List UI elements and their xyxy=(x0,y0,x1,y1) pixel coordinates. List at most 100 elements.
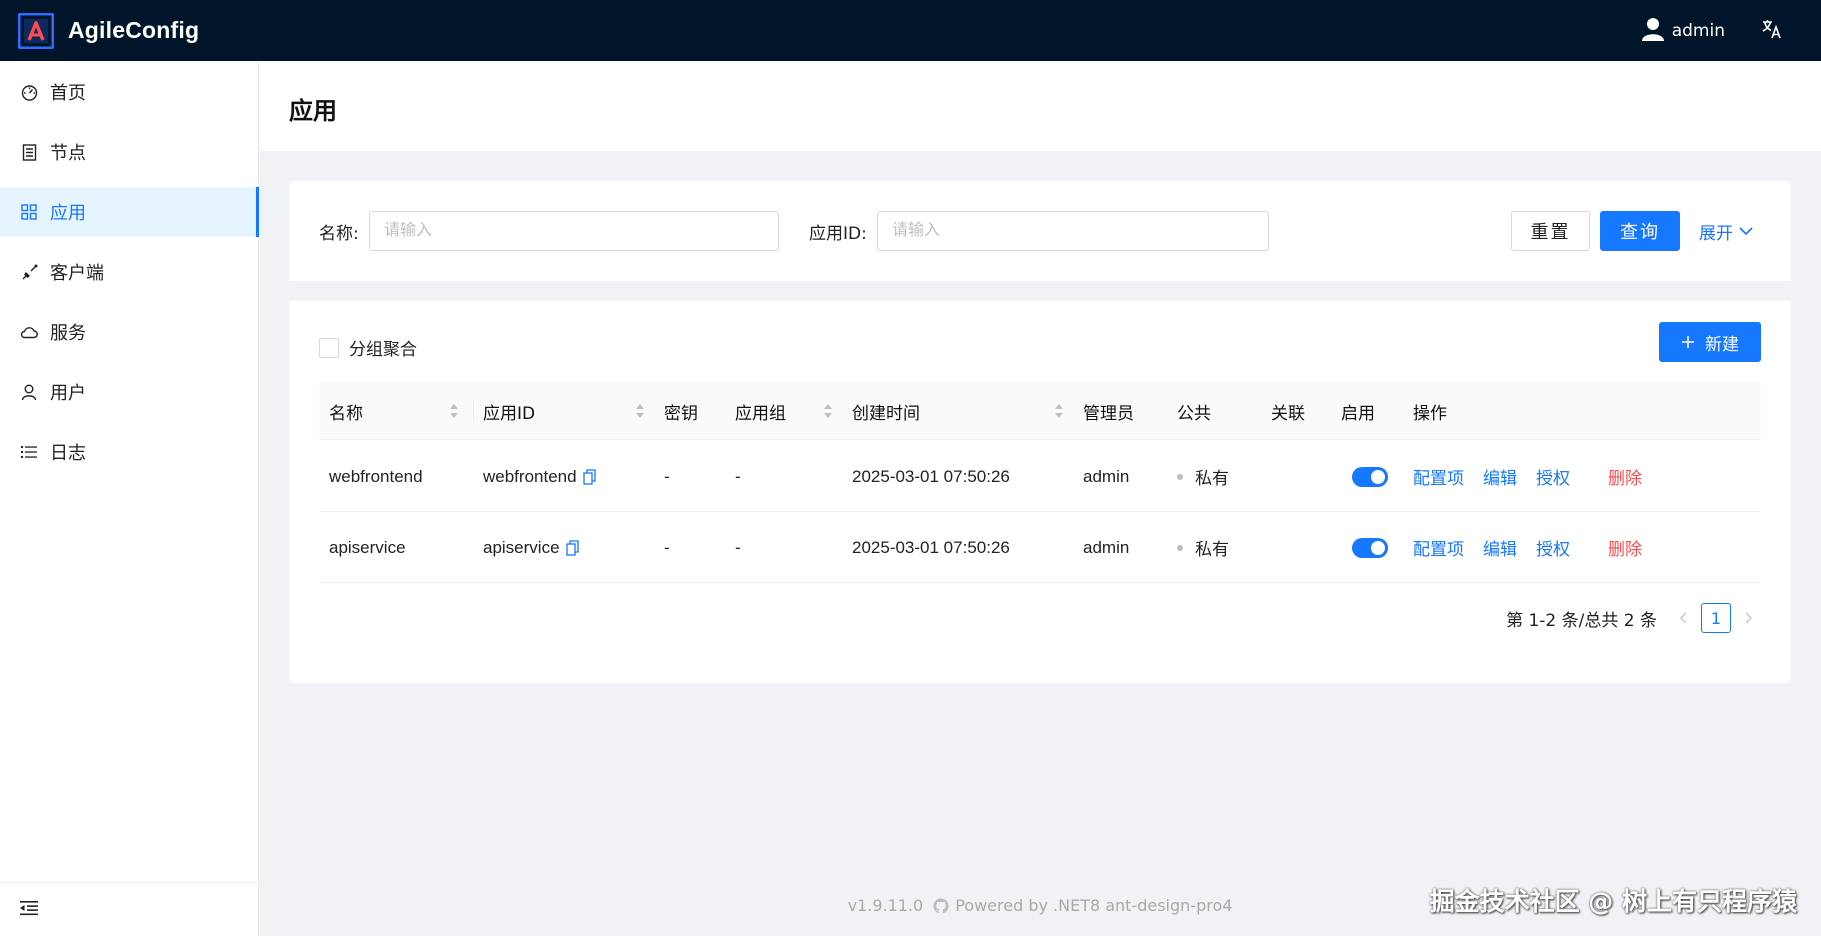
sidebar-item-label: 节点 xyxy=(50,143,86,164)
column-label: 创建时间 xyxy=(852,403,920,424)
sort-icon xyxy=(449,403,459,419)
status-dot xyxy=(1177,473,1183,480)
pagination-summary: 第 1-2 条/总共 2 条 xyxy=(1506,610,1657,631)
enabled-toggle[interactable] xyxy=(1352,466,1388,487)
status-dot xyxy=(1177,544,1183,551)
authorize-link[interactable]: 授权 xyxy=(1536,464,1570,489)
translate-icon xyxy=(1761,18,1783,44)
copy-icon[interactable] xyxy=(565,539,579,556)
sidebar-item-clients[interactable]: 客户端 xyxy=(0,247,259,297)
reset-button[interactable]: 重置 xyxy=(1511,211,1590,251)
dashboard-icon xyxy=(20,83,38,101)
column-header-created[interactable]: 创建时间 xyxy=(852,382,1072,440)
expand-toggle[interactable]: 展开 xyxy=(1699,219,1753,244)
query-button[interactable]: 查询 xyxy=(1600,211,1680,251)
user-menu[interactable]: admin xyxy=(1641,17,1725,45)
cell-appid: webfrontend xyxy=(483,441,596,512)
column-header-admin: 管理员 xyxy=(1083,382,1134,440)
menu-fold-icon xyxy=(20,900,38,920)
client-icon xyxy=(20,263,38,281)
watermark: 掘金技术社区 @ 树上有只程序猿 xyxy=(1429,887,1797,916)
sidebar-item-label: 日志 xyxy=(50,443,86,464)
cell-name: apiservice xyxy=(329,537,406,557)
sidebar-item-apps[interactable]: 应用 xyxy=(0,187,259,237)
edit-link[interactable]: 编辑 xyxy=(1483,464,1517,489)
column-label: 公共 xyxy=(1177,403,1211,424)
sidebar-item-users[interactable]: 用户 xyxy=(0,367,259,417)
column-label: 操作 xyxy=(1413,403,1447,424)
cell-group: - xyxy=(735,537,741,557)
table-row: apiservice apiservice - - 2025-03-01 07:… xyxy=(319,512,1761,583)
column-header-name[interactable]: 名称 xyxy=(329,382,474,440)
public-status-text: 私有 xyxy=(1195,469,1229,488)
group-aggregate-checkbox[interactable]: 分组聚合 xyxy=(319,335,417,360)
authorize-link[interactable]: 授权 xyxy=(1536,535,1570,560)
edit-link[interactable]: 编辑 xyxy=(1483,535,1517,560)
new-app-button[interactable]: 新建 xyxy=(1659,322,1761,362)
cell-secret: - xyxy=(664,466,670,486)
cell-admin: admin xyxy=(1083,466,1130,486)
name-input[interactable] xyxy=(369,211,779,251)
public-status-text: 私有 xyxy=(1195,540,1229,559)
logo[interactable]: AgileConfig xyxy=(17,12,199,49)
column-header-appid[interactable]: 应用ID xyxy=(483,382,644,440)
user-icon xyxy=(20,383,38,401)
user-name: admin xyxy=(1671,20,1725,41)
column-label: 管理员 xyxy=(1083,403,1134,424)
sidebar-item-nodes[interactable]: 节点 xyxy=(0,127,259,177)
language-switch[interactable] xyxy=(1761,18,1783,44)
node-icon xyxy=(20,143,38,161)
cell-actions: 配置项 编辑 授权 删除 xyxy=(1413,512,1642,583)
cell-group: - xyxy=(735,466,741,486)
cloud-icon xyxy=(20,323,38,341)
sort-icon xyxy=(635,403,645,419)
cell-public: 私有 xyxy=(1177,512,1229,583)
group-aggregate-label: 分组聚合 xyxy=(349,340,417,360)
sidebar-collapse-button[interactable] xyxy=(0,882,259,936)
column-label: 名称 xyxy=(329,403,363,424)
appid-text: webfrontend xyxy=(483,466,577,486)
cell-created: 2025-03-01 07:50:26 xyxy=(852,466,1010,486)
column-label: 密钥 xyxy=(664,403,698,424)
chevron-left-icon[interactable] xyxy=(1671,604,1695,632)
sidebar-item-label: 用户 xyxy=(50,383,86,404)
github-icon[interactable] xyxy=(933,898,949,914)
config-items-link[interactable]: 配置项 xyxy=(1413,535,1464,560)
cell-appid: apiservice xyxy=(483,512,579,583)
plus-icon xyxy=(1681,335,1695,349)
app-grid-icon xyxy=(20,203,38,221)
cell-name: webfrontend xyxy=(329,466,423,486)
version-text: v1.9.11.0 xyxy=(847,896,924,915)
checkbox-box[interactable] xyxy=(319,337,339,358)
appid-field-label: 应用ID: xyxy=(809,224,867,244)
sidebar-item-logs[interactable]: 日志 xyxy=(0,427,259,477)
enabled-toggle[interactable] xyxy=(1352,537,1388,558)
delete-link[interactable]: 删除 xyxy=(1608,464,1642,489)
sidebar-item-label: 服务 xyxy=(50,323,86,344)
new-app-label: 新建 xyxy=(1705,334,1739,355)
cell-enabled xyxy=(1352,441,1388,512)
appid-input[interactable] xyxy=(877,211,1269,251)
config-items-link[interactable]: 配置项 xyxy=(1413,464,1464,489)
sidebar-item-label: 首页 xyxy=(50,83,86,104)
cell-public: 私有 xyxy=(1177,441,1229,512)
search-form: 名称: 应用ID: 重置 查询 展开 xyxy=(289,181,1791,281)
sidebar-item-services[interactable]: 服务 xyxy=(0,307,259,357)
column-label: 关联 xyxy=(1271,403,1305,424)
app-table-card: 分组聚合 新建 名称 应用ID 密钥 应用组 创建时间 管理员 公共 关联 启用 xyxy=(289,301,1791,683)
delete-link[interactable]: 删除 xyxy=(1608,535,1642,560)
chevron-right-icon[interactable] xyxy=(1737,604,1761,632)
name-field-label: 名称: xyxy=(319,224,359,244)
copy-icon[interactable] xyxy=(582,468,596,485)
pagination: 第 1-2 条/总共 2 条 1 xyxy=(1506,603,1761,633)
app-logo-icon xyxy=(17,12,55,49)
sidebar-item-label: 客户端 xyxy=(50,263,104,284)
column-header-secret: 密钥 xyxy=(664,382,698,440)
cell-secret: - xyxy=(664,537,670,557)
column-label: 启用 xyxy=(1341,403,1375,424)
sidebar-item-home[interactable]: 首页 xyxy=(0,67,259,117)
column-header-group[interactable]: 应用组 xyxy=(735,382,845,440)
page-number[interactable]: 1 xyxy=(1701,603,1731,633)
cell-actions: 配置项 编辑 授权 删除 xyxy=(1413,441,1642,512)
page-header: 应用 xyxy=(259,61,1821,151)
